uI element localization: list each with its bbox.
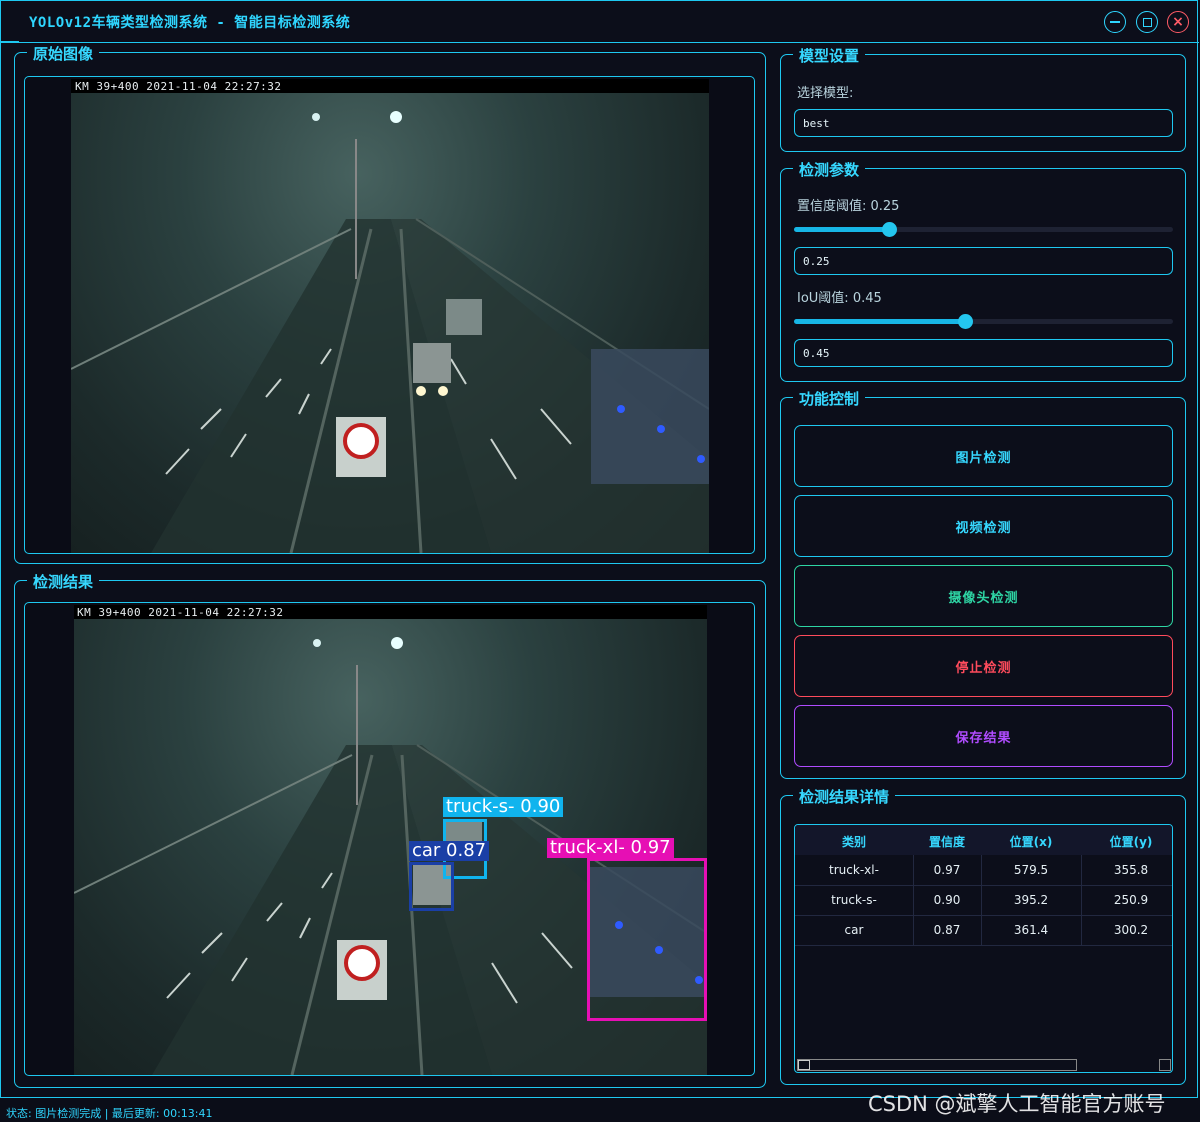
scrollbar-corner[interactable] [1159, 1059, 1171, 1071]
detection-box-truck-xl [587, 858, 707, 1021]
image-detect-button[interactable]: 图片检测 [794, 425, 1173, 487]
header-pos-y[interactable]: 位置(y) [1081, 833, 1172, 850]
minimize-button[interactable] [1104, 11, 1126, 33]
window-title: YOLOv12车辆类型检测系统 - 智能目标检测系统 [29, 15, 351, 31]
header-pos-x[interactable]: 位置(x) [981, 833, 1081, 850]
row-divider [795, 885, 1172, 886]
confidence-slider-handle[interactable] [882, 222, 897, 237]
model-settings-panel: 模型设置 [780, 45, 1186, 152]
function-control-title: 功能控制 [793, 388, 866, 409]
confidence-label: 置信度阈值: 0.25 [797, 199, 900, 214]
cell-class: truck-xl- [829, 863, 879, 877]
header-confidence[interactable]: 置信度 [913, 833, 981, 850]
cell-confidence: 0.97 [933, 863, 961, 877]
iou-slider-handle[interactable] [958, 314, 973, 329]
cell-pos-x: 361.4 [1013, 923, 1049, 937]
detection-details-title: 检测结果详情 [793, 786, 896, 807]
detection-params-title: 检测参数 [793, 159, 866, 180]
horizontal-scrollbar[interactable] [797, 1059, 1077, 1071]
confidence-slider[interactable] [794, 222, 1173, 237]
close-button[interactable]: × [1167, 11, 1189, 33]
cell-class: truck-s- [831, 893, 877, 907]
detection-label-truck-xl: truck-xl- 0.97 [547, 838, 674, 858]
row-divider [795, 915, 1172, 916]
detection-label-car: car 0.87 [409, 841, 490, 861]
cell-pos-y: 250.9 [1113, 893, 1149, 907]
video-detect-button[interactable]: 视频检测 [794, 495, 1173, 557]
iou-label: IoU阈值: 0.45 [797, 291, 882, 306]
stop-detect-button[interactable]: 停止检测 [794, 635, 1173, 697]
result-image-frame: KM 39+400 2021-11-04 22:27:32 truck-xl- … [24, 602, 755, 1076]
original-image-title: 原始图像 [27, 43, 100, 64]
result-image-title: 检测结果 [27, 571, 100, 592]
result-image: KM 39+400 2021-11-04 22:27:32 truck-xl- … [74, 605, 707, 1075]
model-select[interactable]: best [794, 109, 1173, 137]
model-settings-title: 模型设置 [793, 45, 866, 66]
detection-label-truck-s: truck-s- 0.90 [443, 797, 564, 817]
confidence-input[interactable]: 0.25 [794, 247, 1173, 275]
cell-pos-x: 395.2 [1013, 893, 1049, 907]
detection-box-car [409, 862, 454, 911]
minimize-icon [1110, 21, 1120, 23]
original-timestamp: KM 39+400 2021-11-04 22:27:32 [75, 80, 282, 93]
maximize-icon [1142, 17, 1152, 27]
scrollbar-thumb[interactable] [798, 1060, 810, 1070]
cell-confidence: 0.90 [933, 893, 961, 907]
original-image: KM 39+400 2021-11-04 22:27:32 [71, 79, 709, 553]
cell-confidence: 0.87 [933, 923, 961, 937]
confidence-slider-fill [794, 227, 889, 232]
iou-input[interactable]: 0.45 [794, 339, 1173, 367]
select-model-label: 选择模型: [797, 86, 854, 101]
watermark-text: CSDN @斌擎人工智能官方账号 [868, 1092, 1166, 1116]
status-text: 状态: 图片检测完成 | 最后更新: 00:13:41 [6, 1107, 213, 1120]
table-header: 类别 置信度 位置(x) 位置(y) [795, 825, 1172, 855]
iou-slider[interactable] [794, 314, 1173, 329]
title-accent [1, 41, 19, 43]
cell-class: car [844, 923, 864, 937]
maximize-button[interactable] [1136, 11, 1158, 33]
row-divider [795, 945, 1172, 946]
cell-pos-y: 355.8 [1113, 863, 1149, 877]
result-timestamp: KM 39+400 2021-11-04 22:27:32 [77, 606, 284, 619]
close-icon: × [1172, 14, 1184, 30]
road-scene [71, 111, 709, 553]
header-class[interactable]: 类别 [795, 833, 913, 850]
cell-pos-y: 300.2 [1113, 923, 1149, 937]
detection-table: 类别 置信度 位置(x) 位置(y) truck-xl- 0.97 579.5 … [794, 824, 1173, 1073]
original-image-frame: KM 39+400 2021-11-04 22:27:32 [24, 76, 755, 554]
title-bar: YOLOv12车辆类型检测系统 - 智能目标检测系统 × [1, 1, 1199, 43]
camera-detect-button[interactable]: 摄像头检测 [794, 565, 1173, 627]
cell-pos-x: 579.5 [1013, 863, 1049, 877]
iou-slider-fill [794, 319, 965, 324]
save-result-button[interactable]: 保存结果 [794, 705, 1173, 767]
